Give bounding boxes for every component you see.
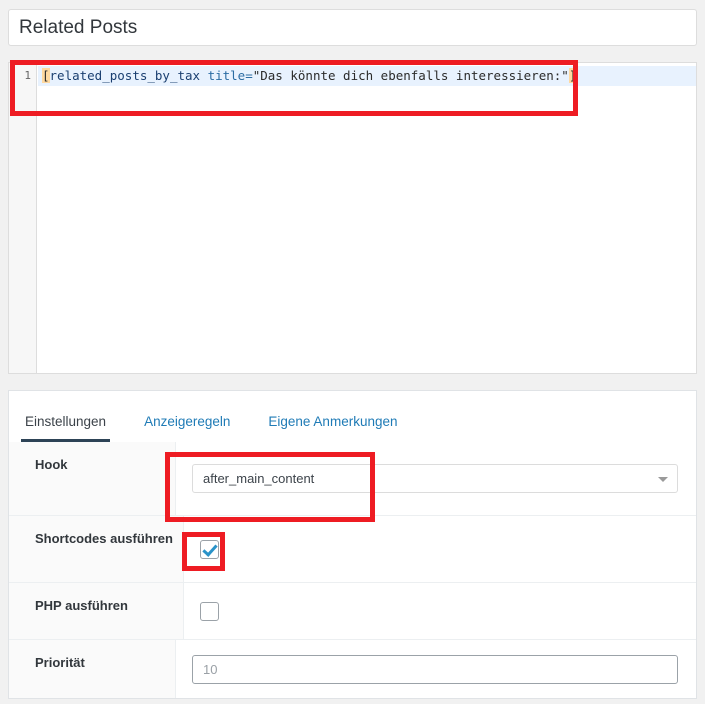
- table-row-priority: Priorität: [9, 639, 696, 698]
- chevron-down-icon: [658, 476, 668, 482]
- hook-select[interactable]: after_main_content: [192, 464, 678, 493]
- shortcodes-checkbox[interactable]: [200, 539, 219, 559]
- close-bracket-token: ]: [568, 68, 577, 83]
- hook-label: Hook: [9, 442, 176, 515]
- code-editor-panel[interactable]: 1 [related_posts_by_tax title="Das könnt…: [8, 62, 697, 374]
- tab-label: Eigene Anmerkungen: [268, 414, 398, 429]
- tab-einstellungen[interactable]: Einstellungen: [21, 414, 122, 442]
- tab-label: Anzeigeregeln: [144, 414, 231, 429]
- shortcode-name-token: related_posts_by_tax: [49, 68, 201, 83]
- php-field-cell: [184, 583, 696, 639]
- priority-input[interactable]: [192, 654, 678, 684]
- tab-eigene-anmerkungen[interactable]: Eigene Anmerkungen: [264, 414, 413, 442]
- editor-gutter: 1: [9, 63, 37, 373]
- priority-label: Priorität: [9, 640, 176, 698]
- hook-field-cell: after_main_content: [176, 442, 696, 515]
- line-number: 1: [24, 69, 31, 82]
- shortcodes-field-cell: [184, 516, 696, 582]
- post-title-field-wrapper: [8, 9, 697, 46]
- attribute-name-token: title=: [200, 68, 253, 83]
- shortcodes-label: Shortcodes ausführen: [9, 516, 184, 582]
- table-row-hook: Hook after_main_content: [9, 442, 696, 515]
- attribute-value-token: "Das könnte dich ebenfalls interessieren…: [252, 68, 569, 83]
- tabs-row: Einstellungen Anzeigeregeln Eigene Anmer…: [9, 391, 696, 442]
- php-checkbox[interactable]: [200, 601, 219, 621]
- settings-table: Hook after_main_content Shortcodes ausfü…: [8, 442, 697, 699]
- open-bracket-token: [: [42, 68, 50, 83]
- tab-label: Einstellungen: [25, 414, 107, 429]
- priority-field-cell: [176, 640, 696, 698]
- tabs-panel: Einstellungen Anzeigeregeln Eigene Anmer…: [8, 390, 697, 442]
- table-row-php: PHP ausführen: [9, 582, 696, 639]
- code-line-1[interactable]: [related_posts_by_tax title="Das könnte …: [42, 66, 577, 86]
- table-row-shortcodes: Shortcodes ausführen: [9, 515, 696, 582]
- tab-anzeigeregeln[interactable]: Anzeigeregeln: [140, 414, 246, 442]
- post-title-input[interactable]: [8, 9, 697, 46]
- hook-selected-value: after_main_content: [203, 471, 315, 486]
- php-label: PHP ausführen: [9, 583, 184, 639]
